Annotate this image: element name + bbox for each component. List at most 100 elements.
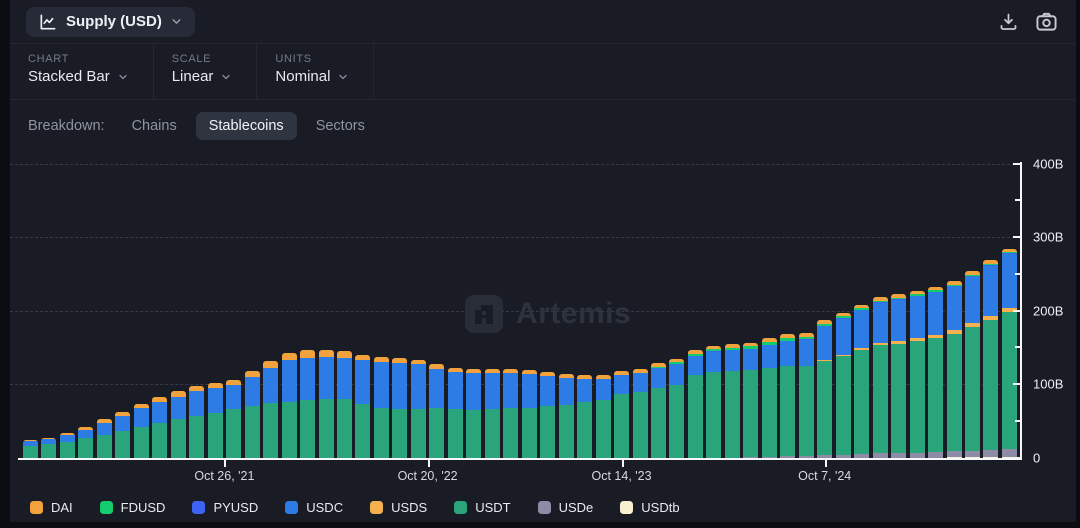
bar-32[interactable] xyxy=(614,371,630,458)
bar-41[interactable] xyxy=(780,334,796,458)
segment-USDT[interactable] xyxy=(1001,311,1017,449)
segment-USDC[interactable] xyxy=(761,345,777,368)
bar-16[interactable] xyxy=(318,350,334,458)
segment-USDT[interactable] xyxy=(798,366,814,456)
segment-USDC[interactable] xyxy=(595,378,611,401)
bar-35[interactable] xyxy=(669,358,685,458)
segment-USDT[interactable] xyxy=(761,367,777,457)
segment-USDC[interactable] xyxy=(355,359,371,404)
bar-43[interactable] xyxy=(817,320,833,458)
segment-USDC[interactable] xyxy=(484,373,500,409)
segment-USDT[interactable] xyxy=(466,409,482,458)
bar-18[interactable] xyxy=(355,354,371,458)
segment-USDC[interactable] xyxy=(835,318,851,355)
segment-USDC[interactable] xyxy=(133,408,149,427)
segment-USDC[interactable] xyxy=(115,416,131,432)
bar-36[interactable] xyxy=(687,350,703,458)
legend-item-DAI[interactable]: DAI xyxy=(30,500,73,515)
segment-USDT[interactable] xyxy=(724,370,740,458)
bar-26[interactable] xyxy=(503,369,519,458)
bar-46[interactable] xyxy=(872,297,888,458)
bar-9[interactable] xyxy=(189,386,205,458)
segment-USDC[interactable] xyxy=(226,384,242,409)
segment-USDC[interactable] xyxy=(669,364,685,385)
segment-DAI[interactable] xyxy=(263,360,279,368)
bar-53[interactable] xyxy=(1001,248,1017,458)
bar-52[interactable] xyxy=(983,260,999,458)
segment-USDC[interactable] xyxy=(429,368,445,408)
segment-USDC[interactable] xyxy=(207,388,223,414)
segment-USDT[interactable] xyxy=(78,438,94,458)
segment-USDT[interactable] xyxy=(558,404,574,458)
segment-USDC[interactable] xyxy=(909,296,925,339)
bar-3[interactable] xyxy=(78,426,94,458)
segment-USDT[interactable] xyxy=(244,406,260,458)
segment-USDC[interactable] xyxy=(614,375,630,395)
segment-USDT[interactable] xyxy=(928,337,944,453)
segment-USDC[interactable] xyxy=(410,364,426,409)
segment-USDC[interactable] xyxy=(447,372,463,409)
segment-USDT[interactable] xyxy=(632,392,648,458)
segment-USDT[interactable] xyxy=(909,341,925,453)
bar-5[interactable] xyxy=(115,411,131,458)
segment-USDC[interactable] xyxy=(632,372,648,393)
segment-USDT[interactable] xyxy=(59,442,75,458)
segment-USDC[interactable] xyxy=(540,375,556,407)
segment-USDT[interactable] xyxy=(410,409,426,458)
bar-33[interactable] xyxy=(632,368,648,458)
control-scale[interactable]: SCALE Linear xyxy=(154,44,258,99)
bar-45[interactable] xyxy=(854,304,870,458)
segment-USDT[interactable] xyxy=(152,422,168,458)
bar-29[interactable] xyxy=(558,374,574,458)
segment-USDC[interactable] xyxy=(872,302,888,344)
bar-6[interactable] xyxy=(133,403,149,458)
bar-20[interactable] xyxy=(392,357,408,458)
segment-USDT[interactable] xyxy=(669,384,685,458)
segment-USDC[interactable] xyxy=(577,378,593,403)
legend-item-USDC[interactable]: USDC xyxy=(285,500,343,515)
segment-USDT[interactable] xyxy=(189,416,205,458)
bar-28[interactable] xyxy=(540,372,556,458)
bar-39[interactable] xyxy=(743,342,759,458)
segment-USDT[interactable] xyxy=(835,356,851,455)
segment-USDT[interactable] xyxy=(817,361,833,456)
segment-USDC[interactable] xyxy=(854,310,870,349)
bar-51[interactable] xyxy=(964,270,980,458)
bar-44[interactable] xyxy=(835,312,851,458)
segment-USDC[interactable] xyxy=(78,429,94,439)
segment-USDC[interactable] xyxy=(244,376,260,407)
segment-USDT[interactable] xyxy=(133,426,149,458)
segment-USDT[interactable] xyxy=(687,375,703,458)
bar-22[interactable] xyxy=(429,364,445,458)
segment-DAI[interactable] xyxy=(336,350,352,358)
segment-USDC[interactable] xyxy=(281,360,297,402)
segment-USDT[interactable] xyxy=(96,434,112,458)
segment-DAI[interactable] xyxy=(281,353,297,361)
segment-DAI[interactable] xyxy=(318,350,334,357)
segment-USDC[interactable] xyxy=(300,357,316,401)
segment-USDT[interactable] xyxy=(595,400,611,458)
bar-14[interactable] xyxy=(281,353,297,458)
segment-USDT[interactable] xyxy=(355,403,371,458)
legend-item-FDUSD[interactable]: FDUSD xyxy=(99,500,165,515)
segment-USDT[interactable] xyxy=(706,371,722,458)
bar-15[interactable] xyxy=(300,350,316,458)
segment-USDT[interactable] xyxy=(300,400,316,458)
segment-USDC[interactable] xyxy=(964,276,980,324)
bar-31[interactable] xyxy=(595,375,611,458)
bar-13[interactable] xyxy=(263,360,279,458)
bar-50[interactable] xyxy=(946,280,962,458)
segment-USDC[interactable] xyxy=(1001,253,1017,308)
segment-USDC[interactable] xyxy=(521,373,537,408)
bar-0[interactable] xyxy=(23,439,38,458)
legend-item-PYUSD[interactable]: PYUSD xyxy=(192,500,258,515)
segment-USDT[interactable] xyxy=(540,406,556,458)
bar-38[interactable] xyxy=(724,344,740,458)
segment-USDT[interactable] xyxy=(650,388,666,458)
bar-42[interactable] xyxy=(798,332,814,458)
segment-USDe[interactable] xyxy=(964,450,980,458)
segment-USDC[interactable] xyxy=(392,362,408,409)
metric-selector-button[interactable]: Supply (USD) xyxy=(26,6,195,37)
segment-USDT[interactable] xyxy=(614,394,630,458)
bar-12[interactable] xyxy=(244,370,260,458)
